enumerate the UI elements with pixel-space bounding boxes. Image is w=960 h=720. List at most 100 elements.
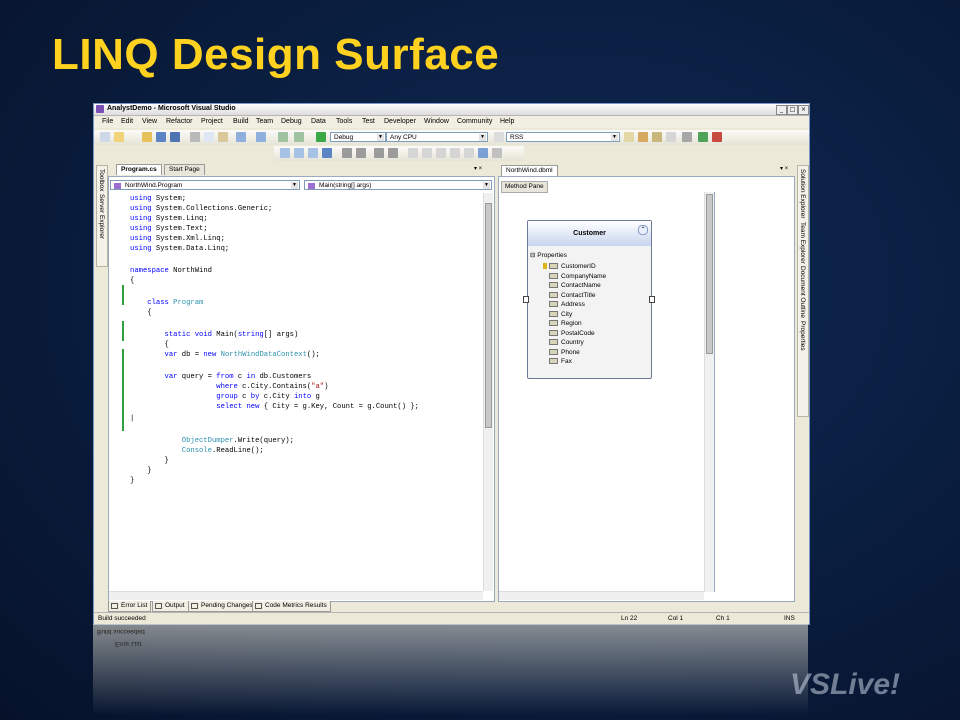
menu-build[interactable]: Build	[233, 118, 249, 125]
entity-property[interactable]: CompanyName	[549, 272, 606, 282]
outdent-icon[interactable]	[356, 148, 366, 158]
designer-vertical-scrollbar[interactable]	[704, 192, 714, 592]
solution-explorer-icon[interactable]	[624, 132, 634, 142]
resize-handle-right[interactable]	[649, 296, 655, 303]
command-window-icon[interactable]	[712, 132, 722, 142]
bookmark-icon[interactable]	[408, 148, 418, 158]
editor-horizontal-scrollbar[interactable]	[109, 591, 483, 600]
previous-bookmark-icon[interactable]	[422, 148, 432, 158]
entity-property[interactable]: CustomerID	[543, 262, 596, 272]
open-icon[interactable]	[142, 132, 152, 142]
align-centers-icon[interactable]	[294, 148, 304, 158]
menu-view[interactable]: View	[142, 118, 157, 125]
editor-vertical-scrollbar[interactable]	[483, 193, 493, 591]
entity-property[interactable]: Country	[549, 338, 584, 348]
navigate-forward-icon[interactable]	[294, 132, 304, 142]
tab-program-cs[interactable]: Program.cs	[116, 164, 162, 175]
resize-handle-left[interactable]	[523, 296, 529, 303]
menu-file[interactable]: File	[102, 118, 113, 125]
add-item-icon[interactable]	[114, 132, 124, 142]
scrollbar-thumb[interactable]	[485, 203, 492, 428]
next-bookmark-folder-icon[interactable]	[478, 148, 488, 158]
entity-title: Customer	[528, 221, 651, 246]
member-navigation-combo[interactable]: Main(string[] args) ▼	[304, 180, 492, 190]
entity-property[interactable]: ContactTitle	[549, 291, 595, 301]
navigate-back-icon[interactable]	[278, 132, 288, 142]
object-browser-icon[interactable]	[652, 132, 662, 142]
solution-config-select[interactable]: Debug ▼	[330, 132, 386, 142]
new-project-icon[interactable]	[100, 132, 110, 142]
entity-property[interactable]: Region	[549, 319, 582, 329]
side-tab-toolbox[interactable]: Toolbox	[98, 169, 105, 191]
find-combo[interactable]: RSS ▼	[506, 132, 620, 142]
zoom-icon[interactable]	[492, 148, 502, 158]
entity-property[interactable]: Address	[549, 300, 585, 310]
menu-help[interactable]: Help	[500, 118, 514, 125]
customer-entity[interactable]: Customer ⌃ ⊟ Properties CustomerID Compa…	[527, 220, 652, 379]
entity-property[interactable]: City	[549, 310, 572, 320]
designer-close-icon[interactable]: ▾ ×	[780, 165, 788, 172]
tab-error-list-label: Error List	[121, 602, 148, 609]
start-debug-icon[interactable]	[316, 132, 326, 142]
menu-data[interactable]: Data	[311, 118, 326, 125]
properties-section[interactable]: ⊟ Properties	[530, 251, 567, 259]
menu-debug[interactable]: Debug	[281, 118, 302, 125]
side-tab-solution-explorer[interactable]: Solution Explorer	[799, 169, 806, 219]
side-tab-document-outline[interactable]: Document Outline	[799, 266, 806, 318]
menu-community[interactable]: Community	[457, 118, 492, 125]
entity-property[interactable]: Phone	[549, 348, 580, 358]
previous-bookmark-folder-icon[interactable]	[464, 148, 474, 158]
align-rights-icon[interactable]	[308, 148, 318, 158]
entity-property[interactable]: Fax	[549, 357, 572, 367]
type-navigation-combo[interactable]: NorthWind.Program ▼	[110, 180, 300, 190]
copy-icon[interactable]	[204, 132, 214, 142]
tab-output[interactable]: Output	[152, 601, 189, 612]
method-pane-button[interactable]: Method Pane	[501, 181, 548, 193]
tab-pending-changes[interactable]: Pending Changes	[188, 601, 257, 612]
minimize-button[interactable]: _	[776, 105, 787, 115]
menu-window[interactable]: Window	[424, 118, 449, 125]
method-pane-splitter[interactable]	[714, 192, 715, 592]
entity-property[interactable]: PostalCode	[549, 329, 595, 339]
tab-start-page[interactable]: Start Page	[164, 164, 205, 175]
find-in-files-icon[interactable]	[494, 132, 504, 142]
save-icon[interactable]	[156, 132, 166, 142]
platform-select[interactable]: Any CPU ▼	[386, 132, 488, 142]
side-tab-team-explorer[interactable]: Team Explorer	[799, 222, 806, 264]
menu-project[interactable]: Project	[201, 118, 223, 125]
close-button[interactable]: ×	[798, 105, 809, 115]
menu-tools[interactable]: Tools	[336, 118, 352, 125]
save-all-icon[interactable]	[170, 132, 180, 142]
uncomment-icon[interactable]	[388, 148, 398, 158]
redo-icon[interactable]	[256, 132, 266, 142]
menu-test[interactable]: Test	[362, 118, 375, 125]
maximize-button[interactable]: □	[787, 105, 798, 115]
undo-icon[interactable]	[236, 132, 246, 142]
toolbox-icon[interactable]	[666, 132, 676, 142]
paste-icon[interactable]	[218, 132, 228, 142]
align-tops-icon[interactable]	[322, 148, 332, 158]
menu-team[interactable]: Team	[256, 118, 273, 125]
tab-code-metrics[interactable]: Code Metrics Results	[252, 601, 331, 612]
comment-icon[interactable]	[374, 148, 384, 158]
scrollbar-thumb[interactable]	[706, 194, 713, 354]
tab-northwind-dbml[interactable]: NorthWind.dbml	[501, 165, 558, 176]
start-page-icon[interactable]	[698, 132, 708, 142]
properties-icon[interactable]	[638, 132, 648, 142]
side-tab-properties[interactable]: Properties	[799, 321, 806, 351]
editor-dropdown-icon[interactable]: ▾ ×	[474, 165, 482, 172]
menu-refactor[interactable]: Refactor	[166, 118, 192, 125]
tab-error-list[interactable]: Error List	[108, 601, 152, 612]
entity-property[interactable]: ContactName	[549, 281, 601, 291]
collapse-icon[interactable]: ⌃	[638, 225, 648, 235]
team-explorer-icon[interactable]	[682, 132, 692, 142]
menu-developer[interactable]: Developer	[384, 118, 416, 125]
designer-horizontal-scrollbar[interactable]	[499, 591, 704, 600]
align-lefts-icon[interactable]	[280, 148, 290, 158]
cut-icon[interactable]	[190, 132, 200, 142]
clear-bookmarks-icon[interactable]	[450, 148, 460, 158]
next-bookmark-icon[interactable]	[436, 148, 446, 158]
side-tab-server-explorer[interactable]: Server Explorer	[98, 194, 105, 239]
menu-edit[interactable]: Edit	[121, 118, 133, 125]
indent-icon[interactable]	[342, 148, 352, 158]
